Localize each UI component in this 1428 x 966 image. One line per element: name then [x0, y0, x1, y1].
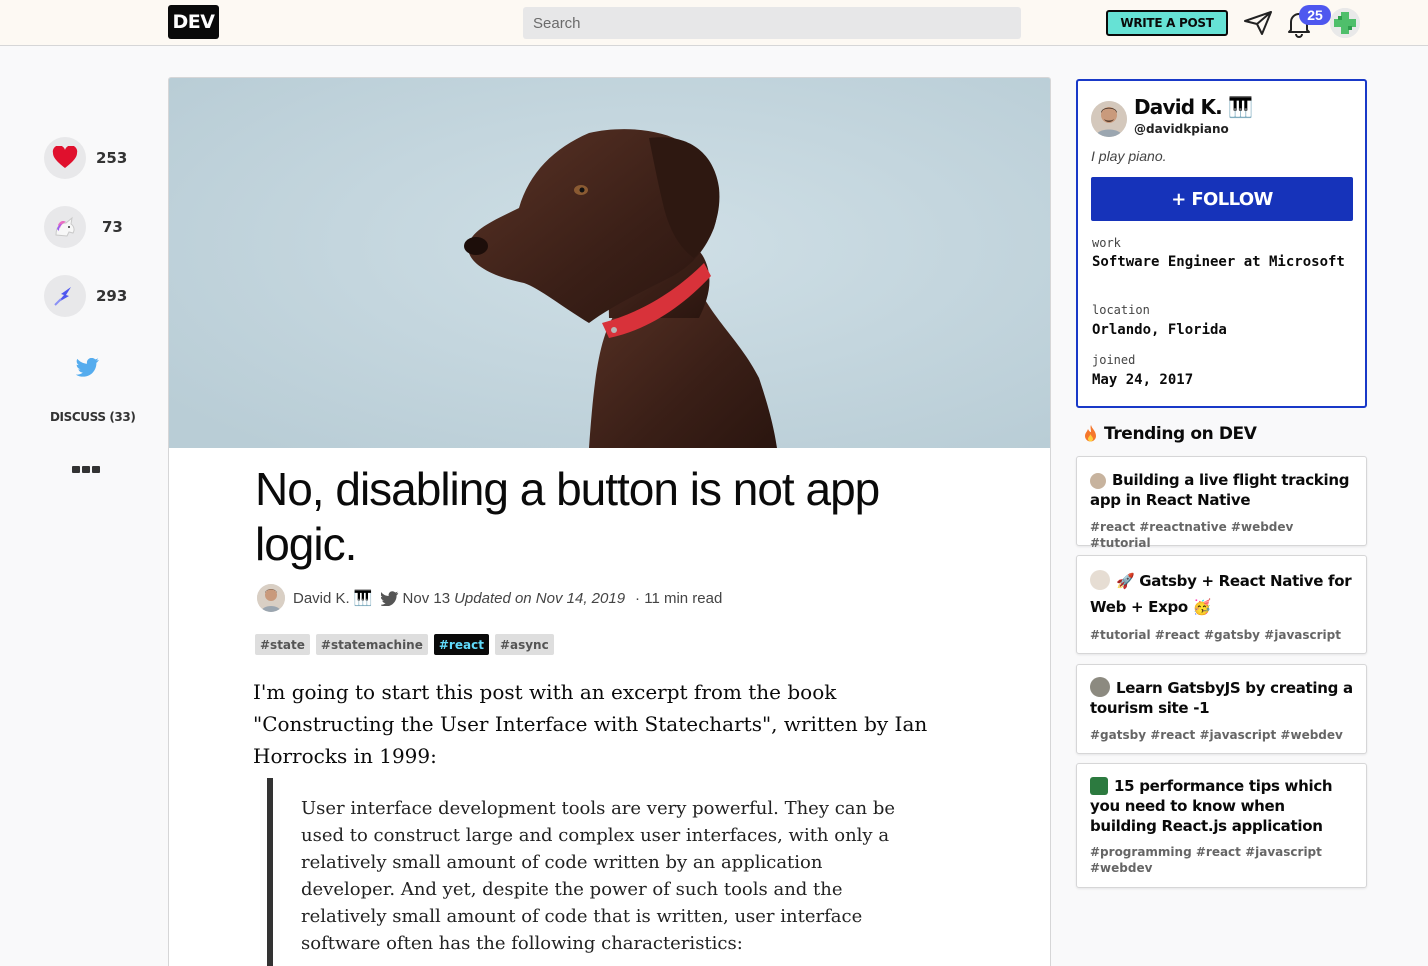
- heart-reaction-button[interactable]: [44, 137, 86, 179]
- author-name[interactable]: David K. 🎹: [293, 589, 373, 607]
- dog-illustration: [169, 78, 1050, 448]
- user-avatar[interactable]: [1330, 8, 1360, 38]
- more-dot: [72, 466, 80, 473]
- profile-bio: I play piano.: [1091, 148, 1167, 164]
- profile-handle[interactable]: @davidkpiano: [1134, 122, 1229, 136]
- unicorn-reaction[interactable]: 73: [44, 206, 123, 248]
- trending-item-tags[interactable]: #programming #react #javascript #webdev: [1090, 844, 1355, 876]
- user-avatar-icon: [1330, 8, 1360, 38]
- write-post-button[interactable]: WRITE A POST: [1106, 10, 1228, 36]
- article-card: No, disabling a button is not app logic.…: [168, 77, 1051, 966]
- article-meta: David K. 🎹 Nov 13 Updated on Nov 14, 201…: [257, 584, 722, 612]
- author-profile-card: David K. 🎹 @davidkpiano I play piano. + …: [1076, 79, 1367, 408]
- cover-image: [169, 78, 1050, 448]
- bookmark-reaction-button[interactable]: [44, 275, 86, 317]
- notification-badge[interactable]: 25: [1299, 5, 1331, 25]
- tag-async[interactable]: #async: [494, 634, 554, 655]
- more-options-icon[interactable]: [72, 466, 102, 475]
- profile-avatar-icon: [1091, 101, 1127, 137]
- trending-item-title[interactable]: Learn GatsbyJS by creating a tourism sit…: [1090, 677, 1355, 718]
- more-dot: [82, 466, 90, 473]
- readinglist-icon: [54, 287, 71, 306]
- article-intro: I'm going to start this post with an exc…: [253, 680, 928, 768]
- tag-state[interactable]: #state: [255, 634, 310, 655]
- tag-list: #state #statemachine #react #async: [255, 634, 554, 655]
- bookmark-count: 293: [96, 287, 128, 305]
- trending-item[interactable]: 15 performance tips which you need to kn…: [1076, 763, 1367, 888]
- trending-title: Trending on DEV: [1104, 424, 1257, 444]
- trending-item[interactable]: Building a live flight tracking app in R…: [1076, 456, 1367, 550]
- trending-item-tags[interactable]: #gatsby #react #javascript #webdev: [1090, 727, 1355, 743]
- search-input[interactable]: [523, 7, 1021, 39]
- profile-avatar[interactable]: [1091, 101, 1127, 137]
- work-label: work: [1092, 236, 1121, 250]
- top-navbar: DEV WRITE A POST 25: [0, 0, 1428, 46]
- updated-date: Updated on Nov 14, 2019: [454, 589, 626, 607]
- joined-value: May 24, 2017: [1092, 372, 1194, 388]
- tag-react[interactable]: #react: [433, 634, 489, 655]
- work-value: Software Engineer at Microsoft: [1092, 254, 1345, 270]
- trending-item-title[interactable]: 15 performance tips which you need to kn…: [1090, 776, 1355, 836]
- fire-icon: [1085, 425, 1096, 442]
- unicorn-icon: [55, 216, 75, 237]
- trending-item[interactable]: Learn GatsbyJS by creating a tourism sit…: [1076, 664, 1367, 754]
- trending-item-1-title[interactable]: Building a live flight tracking app in R…: [1090, 471, 1349, 509]
- trending-author-avatar: [1090, 777, 1108, 795]
- article-title: No, disabling a button is not app logic.: [255, 463, 880, 570]
- heart-icon: [52, 146, 78, 168]
- trending-item-title[interactable]: 🚀 Gatsby + React Native for Web + Expo 🥳: [1090, 568, 1355, 620]
- twitter-share-icon[interactable]: [76, 358, 100, 378]
- unicorn-count: 73: [102, 218, 123, 236]
- trending-item-3-title[interactable]: Learn GatsbyJS by creating a tourism sit…: [1090, 679, 1353, 717]
- trending-item-title[interactable]: Building a live flight tracking app in R…: [1090, 470, 1355, 510]
- tag-statemachine[interactable]: #statemachine: [315, 634, 428, 655]
- trending-item-4-title[interactable]: 15 performance tips which you need to kn…: [1090, 777, 1333, 835]
- dev-logo[interactable]: DEV: [168, 5, 219, 39]
- bookmark-reaction[interactable]: 293: [44, 275, 127, 317]
- unicorn-reaction-button[interactable]: [44, 206, 86, 248]
- twitter-icon[interactable]: [380, 590, 399, 606]
- discuss-link[interactable]: DISCUSS (33): [50, 410, 136, 424]
- trending-item-2-title[interactable]: 🚀 Gatsby + React Native for Web + Expo 🥳: [1090, 572, 1352, 616]
- publish-date: Nov 13: [402, 589, 451, 607]
- more-dot: [92, 466, 100, 473]
- trending-heading: Trending on DEV: [1082, 424, 1257, 444]
- trending-item[interactable]: 🚀 Gatsby + React Native for Web + Expo 🥳…: [1076, 555, 1367, 654]
- trending-item-tags[interactable]: #tutorial #react #gatsby #javascript: [1090, 627, 1355, 643]
- profile-name[interactable]: David K. 🎹: [1134, 95, 1253, 119]
- trending-author-avatar: [1090, 473, 1106, 489]
- article-blockquote: User interface development tools are ver…: [267, 778, 917, 966]
- location-label: location: [1092, 303, 1150, 317]
- send-icon[interactable]: [1242, 9, 1274, 37]
- read-time: · 11 min read: [635, 589, 723, 607]
- author-avatar[interactable]: [257, 584, 285, 612]
- trending-author-avatar: [1090, 677, 1110, 697]
- location-value: Orlando, Florida: [1092, 322, 1227, 338]
- heart-count: 253: [96, 149, 128, 167]
- joined-label: joined: [1092, 353, 1136, 367]
- trending-author-avatar: [1090, 570, 1110, 590]
- trending-item-tags[interactable]: #react #reactnative #webdev #tutorial: [1090, 519, 1355, 551]
- heart-reaction[interactable]: 253: [44, 137, 127, 179]
- follow-button[interactable]: + FOLLOW: [1091, 177, 1353, 221]
- author-avatar-icon: [257, 584, 285, 612]
